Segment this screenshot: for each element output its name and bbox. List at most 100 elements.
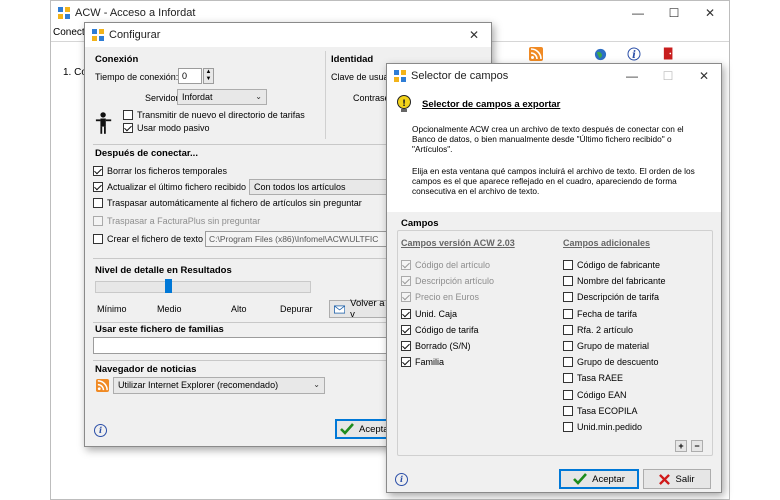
field-row[interactable]: Descripción de tarifa [563, 292, 659, 303]
field-checkbox[interactable] [563, 292, 573, 303]
news-section-title: Navegador de noticias [95, 364, 197, 375]
field-checkbox[interactable] [563, 373, 573, 384]
selector-accept-button[interactable]: Aceptar [559, 469, 639, 489]
delete-temp-label: Borrar los ficheros temporales [107, 166, 228, 176]
field-checkbox[interactable] [401, 324, 411, 335]
timeout-input[interactable]: 0 [178, 68, 202, 84]
field-checkbox[interactable] [563, 276, 573, 287]
detail-slider-thumb[interactable] [165, 279, 172, 293]
chevron-down-icon: ⌄ [255, 92, 262, 101]
identidad-section-title: Identidad [331, 54, 374, 65]
field-checkbox[interactable] [563, 405, 573, 416]
detail-level-depurar: Depurar [280, 304, 313, 314]
campos-section-title: Campos [401, 218, 439, 229]
server-label: Servidor: [145, 93, 182, 103]
field-row[interactable]: Unid. Caja [401, 308, 457, 319]
exit-door-icon[interactable] [663, 46, 675, 61]
delete-temp-row[interactable]: Borrar los ficheros temporales [93, 166, 227, 176]
field-label: Fecha de tarifa [577, 308, 638, 319]
update-last-checkbox[interactable] [93, 182, 103, 192]
rss-icon[interactable] [529, 47, 543, 61]
volver-button[interactable]: Volver a v [329, 298, 387, 320]
field-row[interactable]: Grupo de material [563, 341, 649, 351]
passive-mode-checkbox[interactable] [123, 123, 133, 133]
main-maximize-button[interactable]: ☐ [657, 1, 691, 25]
config-titlebar: Configurar [85, 23, 491, 47]
field-checkbox[interactable] [563, 422, 573, 432]
field-checkbox[interactable] [563, 260, 573, 270]
config-window-title: Configurar [109, 29, 161, 41]
field-row[interactable]: Código EAN [563, 389, 627, 400]
field-label: Código de tarifa [415, 324, 479, 335]
field-label: Tasa ECOPILA [577, 405, 638, 416]
field-label: Descripción artículo [415, 276, 495, 287]
field-row[interactable]: Código de fabricante [563, 260, 660, 270]
update-last-row[interactable]: Actualizar el último fichero recibido [93, 182, 246, 192]
remove-field-button[interactable]: − [691, 440, 703, 452]
field-row[interactable]: Rfa. 2 artículo [563, 324, 633, 335]
selector-minimize-button[interactable]: — [615, 64, 649, 88]
create-text-row[interactable]: Crear el fichero de texto [93, 234, 203, 244]
server-select[interactable]: Infordat ⌄ [177, 89, 267, 105]
config-close-button[interactable]: ✕ [457, 23, 491, 47]
field-row[interactable]: Nombre del fabricante [563, 276, 666, 287]
field-row[interactable]: Tasa ECOPILA [563, 405, 638, 416]
selector-window-title: Selector de campos [411, 70, 509, 82]
selector-close-button[interactable]: ✕ [687, 64, 721, 88]
add-field-button[interactable]: + [675, 440, 687, 452]
field-checkbox[interactable] [563, 389, 573, 400]
field-checkbox[interactable] [401, 308, 411, 319]
create-text-checkbox[interactable] [93, 234, 103, 244]
field-label: Código EAN [577, 389, 627, 400]
field-checkbox[interactable] [563, 308, 573, 319]
field-row: Precio en Euros [401, 292, 480, 303]
transfer-auto-checkbox[interactable] [93, 198, 103, 208]
passive-mode-row[interactable]: Usar modo pasivo [123, 123, 210, 133]
timeout-spinner[interactable]: ▲ ▼ [203, 68, 214, 84]
volver-button-label: Volver a v [350, 298, 385, 320]
field-checkbox[interactable] [401, 357, 411, 368]
detail-slider-track[interactable] [95, 281, 311, 293]
field-checkbox[interactable] [563, 357, 573, 368]
field-row[interactable]: Unid.min.pedido [563, 422, 642, 432]
field-row[interactable]: Grupo de descuento [563, 357, 659, 368]
field-label: Borrado (S/N) [415, 341, 471, 351]
field-label: Precio en Euros [415, 292, 480, 303]
transfer-facturaplus-checkbox [93, 216, 103, 226]
identidad-separator [325, 51, 326, 139]
rss-icon [96, 379, 109, 392]
field-checkbox[interactable] [401, 341, 411, 351]
chevron-down-icon: ⌄ [313, 380, 320, 389]
transmit-dir-checkbox[interactable] [123, 110, 133, 120]
transfer-auto-row[interactable]: Traspasar automáticamente al fichero de … [93, 198, 362, 208]
main-close-button[interactable]: ✕ [693, 1, 727, 25]
families-input[interactable] [93, 337, 391, 354]
info-icon[interactable]: i [94, 424, 107, 437]
main-tab-conect[interactable]: Conect [53, 27, 85, 38]
update-scope-select[interactable]: Con todos los artículos [249, 179, 389, 195]
detail-level-minimo: Mínimo [97, 304, 127, 314]
field-checkbox [401, 292, 411, 303]
field-row[interactable]: Código de tarifa [401, 324, 479, 335]
field-checkbox[interactable] [563, 341, 573, 351]
config-accept-label: Acepta [359, 423, 389, 435]
info-icon[interactable]: i [395, 473, 408, 486]
delete-temp-checkbox[interactable] [93, 166, 103, 176]
field-row: Código del artículo [401, 260, 490, 270]
browser-select[interactable]: Utilizar Internet Explorer (recomendado)… [113, 377, 325, 394]
field-row[interactable]: Borrado (S/N) [401, 341, 471, 351]
globe-icon[interactable] [594, 48, 607, 61]
field-checkbox[interactable] [563, 324, 573, 335]
info-toolbar-icon[interactable]: i [627, 47, 641, 61]
text-path-input[interactable]: C:\Program Files (x86)\Infomel\ACW\ULTFI… [205, 231, 393, 247]
field-row[interactable]: Tasa RAEE [563, 373, 623, 384]
field-row[interactable]: Familia [401, 357, 444, 368]
selector-exit-button[interactable]: Salir [643, 469, 711, 489]
transmit-dir-row[interactable]: Transmitir de nuevo el directorio de tar… [123, 110, 305, 120]
update-scope-value: Con todos los artículos [254, 182, 346, 192]
field-row[interactable]: Fecha de tarifa [563, 308, 638, 319]
create-text-label: Crear el fichero de texto [107, 234, 204, 244]
main-minimize-button[interactable]: — [621, 1, 655, 25]
passive-mode-label: Usar modo pasivo [137, 123, 210, 133]
svg-text:i: i [632, 50, 636, 61]
